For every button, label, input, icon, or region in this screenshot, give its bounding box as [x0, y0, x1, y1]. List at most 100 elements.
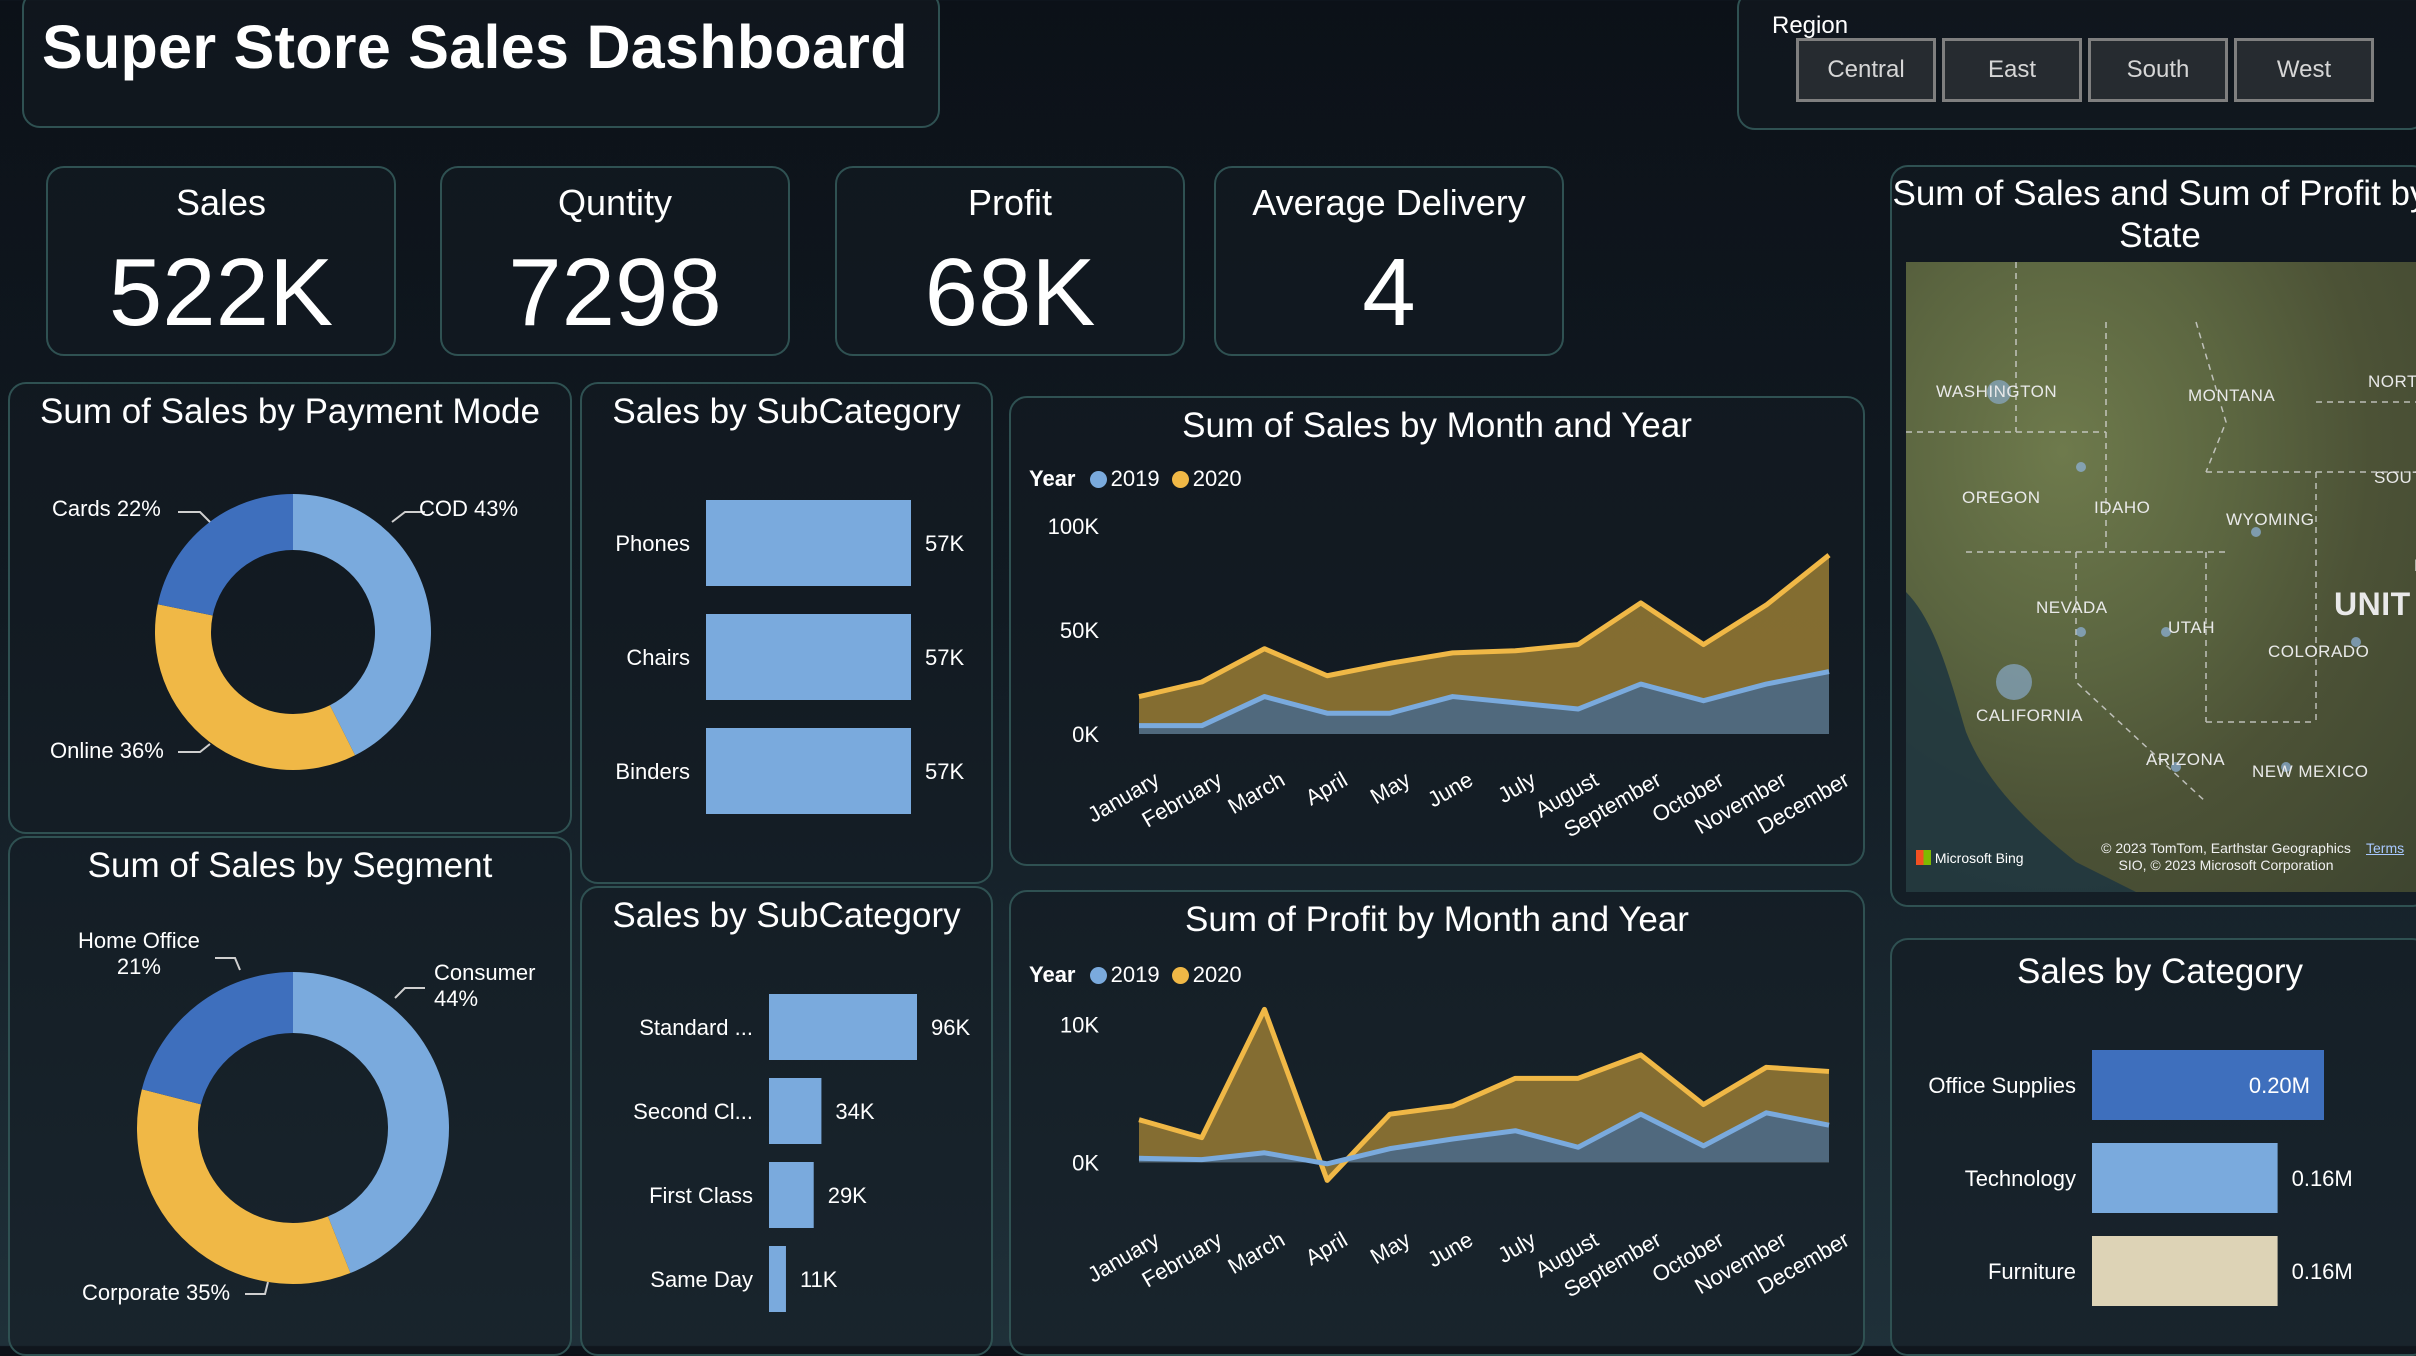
- bar-value-label: 29K: [828, 1183, 867, 1208]
- map-overlay: [1906, 262, 2416, 892]
- region-label: Region: [1772, 12, 1849, 39]
- bar-2[interactable]: [2092, 1236, 2278, 1306]
- bar-1[interactable]: [706, 614, 911, 700]
- donut-slice-online[interactable]: [154, 604, 356, 770]
- map-attribution: © 2023 TomTom, Earthstar Geographics SIO…: [2101, 840, 2351, 873]
- leader-line: [394, 987, 425, 999]
- y-tick-label: 0K: [1072, 722, 1099, 747]
- x-tick-label: May: [1366, 767, 1414, 809]
- map-bubble: [2076, 462, 2086, 472]
- kpi-label: Average Delivery: [1252, 182, 1526, 223]
- leader-line: [178, 743, 211, 753]
- region-east-button[interactable]: East: [1942, 38, 2082, 102]
- donut-slice-home-office[interactable]: [141, 972, 293, 1105]
- bar-category-label: Phones: [615, 531, 690, 556]
- segment-donut: [137, 957, 450, 1295]
- sales-by-month-card: Sum of Sales by Month and Year Year 2019…: [1009, 396, 1865, 866]
- region-central-button[interactable]: Central: [1796, 38, 1936, 102]
- bar-value-label: 57K: [925, 759, 964, 784]
- x-tick-label: June: [1423, 1227, 1477, 1273]
- kpi-sales-card: Sales 522K: [46, 166, 396, 356]
- segment-card: Sum of Sales by Segment Home Office 21% C…: [8, 836, 572, 1356]
- bar-value-label: 34K: [835, 1099, 874, 1124]
- slice-label-cod: COD 43%: [419, 496, 519, 521]
- category-bars: Office Supplies 0.20M Technology 0.16M Furni…: [1928, 1050, 2353, 1306]
- map-state-label: WASHINGTON: [1936, 382, 2058, 401]
- y-tick-label: 10K: [1060, 1013, 1099, 1038]
- leader-line: [245, 1281, 269, 1295]
- state-map[interactable]: WASHINGTON MONTANA NORTH OREGON IDAHO WY…: [1906, 262, 2416, 892]
- y-tick-label: 50K: [1060, 618, 1099, 643]
- bar-value-label: 96K: [931, 1015, 970, 1040]
- subcategory-chart-2: Sales by SubCategory Standard ... 96K Seco…: [580, 886, 993, 1356]
- map-state-label: NEW MEXICO: [2252, 762, 2369, 781]
- map-state-label: CALIFORNIA: [1976, 706, 2084, 725]
- bar-value-label: 0.16M: [2292, 1259, 2353, 1284]
- bar-3[interactable]: [769, 1246, 786, 1312]
- x-tick-label: March: [1224, 767, 1289, 819]
- windows-logo-icon: [1916, 850, 1931, 865]
- bar-category-label: Second Cl...: [633, 1099, 753, 1124]
- y-tick-label: 0K: [1072, 1150, 1099, 1175]
- bar-2[interactable]: [769, 1162, 814, 1228]
- region-slicer: Region Central East South West: [1737, 0, 2416, 130]
- leader-line: [215, 957, 241, 971]
- slice-label-consumer: Consumer 44%: [434, 960, 536, 1011]
- kpi-value: 7298: [508, 239, 722, 346]
- bar-value-label: 57K: [925, 645, 964, 670]
- bar-0[interactable]: [706, 500, 911, 586]
- bar-1[interactable]: [769, 1078, 822, 1144]
- map-bubble: [1996, 664, 2032, 700]
- bar-2[interactable]: [706, 728, 911, 814]
- map-state-label: ARIZONA: [2146, 750, 2226, 769]
- map-state-label: UTAH: [2168, 618, 2216, 637]
- sales-area-chart: 100K50K0KJanuaryFebruaryMarch April May Jun…: [1048, 514, 1854, 842]
- donut-slice-corporate[interactable]: [137, 1089, 351, 1284]
- slice-label-corporate: Corporate 35%: [82, 1280, 231, 1305]
- y-tick-label: 100K: [1048, 514, 1100, 539]
- bar-category-label: Standard ...: [639, 1015, 753, 1040]
- map-state-label: MONTANA: [2188, 386, 2276, 405]
- bar-category-label: Technology: [1965, 1166, 2076, 1191]
- x-tick-label: May: [1366, 1227, 1414, 1269]
- kpi-profit-card: Profit 68K: [835, 166, 1185, 356]
- map-state-label: IDAHO: [2094, 498, 2151, 517]
- map-terms-link[interactable]: Terms: [2366, 840, 2404, 856]
- category-card: Sales by Category Office Supplies 0.20M Te…: [1890, 938, 2416, 1356]
- title-card: Super Store Sales Dashboard: [22, 0, 940, 128]
- payment-mode-card: Sum of Sales by Payment Mode Cards 22% C…: [8, 382, 572, 834]
- slice-label-home-office: Home Office 21%: [78, 928, 200, 979]
- bar-value-label: 11K: [800, 1267, 838, 1292]
- kpi-value: 4: [1362, 239, 1416, 346]
- map-state-label: OREGON: [1962, 488, 2041, 507]
- slice-label-cards: Cards 22%: [52, 496, 161, 521]
- panel-title: Sum of Sales and Sum of Profit by State: [1892, 174, 2416, 255]
- dashboard-title: Super Store Sales Dashboard: [42, 13, 908, 81]
- bar-0[interactable]: [769, 994, 917, 1060]
- map-state-label: WYOMING: [2226, 510, 2315, 529]
- slice-label-online: Online 36%: [50, 738, 164, 763]
- map-bubble: [2076, 627, 2086, 637]
- bing-brand: Microsoft Bing: [1916, 850, 2024, 866]
- kpi-label: Profit: [967, 182, 1053, 223]
- kpi-value: 522K: [108, 239, 334, 346]
- bar-category-label: Furniture: [1988, 1259, 2076, 1284]
- subcategory-chart-1: Sales by SubCategory Phones 57K Chairs 57K B…: [580, 382, 993, 884]
- map-state-label: NEVADA: [2036, 598, 2108, 617]
- bar-value-label: 0.20M: [2249, 1073, 2310, 1098]
- region-west-button[interactable]: West: [2234, 38, 2374, 102]
- kpi-label: Quntity: [557, 182, 673, 223]
- kpi-label: Sales: [175, 182, 267, 223]
- map-state-label: NORTH: [2368, 372, 2416, 391]
- profit-by-month-card: Sum of Profit by Month and Year Year 201…: [1009, 890, 1865, 1356]
- x-tick-label: April: [1301, 767, 1352, 811]
- map-card: Sum of Sales and Sum of Profit by State …: [1890, 165, 2416, 907]
- map-country-label: UNIT: [2334, 586, 2411, 622]
- x-tick-label: April: [1301, 1227, 1352, 1271]
- region-south-button[interactable]: South: [2088, 38, 2228, 102]
- bar-1[interactable]: [2092, 1143, 2278, 1213]
- bar-value-label: 57K: [925, 531, 964, 556]
- kpi-quantity-card: Quntity 7298: [440, 166, 790, 356]
- bar-category-label: Chairs: [626, 645, 690, 670]
- x-tick-label: June: [1423, 767, 1477, 813]
